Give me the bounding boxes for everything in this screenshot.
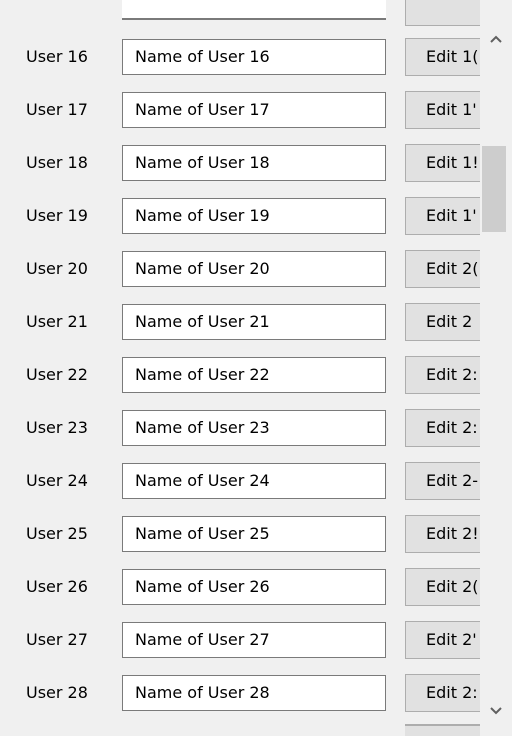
user-row: User 22 Name of User 22 Edit 2: xyxy=(0,356,480,394)
user-row: User 28 Name of User 28 Edit 2: xyxy=(0,674,480,712)
user-row: User 25 Name of User 25 Edit 2! xyxy=(0,515,480,553)
user-name-input[interactable]: Name of User 21 xyxy=(122,304,386,340)
user-label: User 28 xyxy=(26,683,88,702)
edit-user-button[interactable]: Edit 2! xyxy=(405,515,480,553)
user-label: User 26 xyxy=(26,577,88,596)
user-label: User 27 xyxy=(26,630,88,649)
edit-user-button[interactable]: Edit 1' xyxy=(405,197,480,235)
user-label: User 23 xyxy=(26,418,88,437)
user-row: User 21 Name of User 21 Edit 2 xyxy=(0,303,480,341)
user-row: User 16 Name of User 16 Edit 1( xyxy=(0,38,480,76)
user-row: User 19 Name of User 19 Edit 1' xyxy=(0,197,480,235)
user-row: User 17 Name of User 17 Edit 1' xyxy=(0,91,480,129)
user-row: User 24 Name of User 24 Edit 2- xyxy=(0,462,480,500)
user-label: User 20 xyxy=(26,259,88,278)
user-name-input[interactable]: Name of User 18 xyxy=(122,145,386,181)
edit-user-button[interactable]: Edit 2: xyxy=(405,356,480,394)
scrollbar-thumb[interactable] xyxy=(482,146,506,232)
user-name-input[interactable]: Name of User 20 xyxy=(122,251,386,287)
user-list-panel: User 16 Name of User 16 Edit 1( User 17 … xyxy=(0,0,480,736)
user-label: User 21 xyxy=(26,312,88,331)
edit-user-button[interactable]: Edit 2( xyxy=(405,568,480,606)
user-label: User 22 xyxy=(26,365,88,384)
edit-user-button[interactable]: Edit 1! xyxy=(405,144,480,182)
user-name-input[interactable]: Name of User 16 xyxy=(122,39,386,75)
edit-user-button[interactable]: Edit 2: xyxy=(405,409,480,447)
partial-edit-button[interactable] xyxy=(405,0,480,26)
chevron-up-icon[interactable] xyxy=(480,22,512,56)
edit-user-button[interactable]: Edit 1' xyxy=(405,91,480,129)
vertical-scrollbar[interactable] xyxy=(480,0,512,736)
user-name-input[interactable]: Name of User 25 xyxy=(122,516,386,552)
user-row: User 27 Name of User 27 Edit 2' xyxy=(0,621,480,659)
edit-user-button[interactable]: Edit 2- xyxy=(405,462,480,500)
partial-edit-button[interactable] xyxy=(405,724,480,736)
user-label: User 18 xyxy=(26,153,88,172)
user-name-input[interactable]: Name of User 19 xyxy=(122,198,386,234)
user-label: User 24 xyxy=(26,471,88,490)
user-name-input[interactable]: Name of User 22 xyxy=(122,357,386,393)
user-label: User 17 xyxy=(26,100,88,119)
user-row: User 23 Name of User 23 Edit 2: xyxy=(0,409,480,447)
partial-name-input[interactable] xyxy=(122,0,386,20)
user-row: User 26 Name of User 26 Edit 2( xyxy=(0,568,480,606)
edit-user-button[interactable]: Edit 2: xyxy=(405,674,480,712)
edit-user-button[interactable]: Edit 2' xyxy=(405,621,480,659)
chevron-down-icon[interactable] xyxy=(480,694,512,728)
user-row: User 18 Name of User 18 Edit 1! xyxy=(0,144,480,182)
user-name-input[interactable]: Name of User 26 xyxy=(122,569,386,605)
user-name-input[interactable]: Name of User 28 xyxy=(122,675,386,711)
user-name-input[interactable]: Name of User 17 xyxy=(122,92,386,128)
edit-user-button[interactable]: Edit 1( xyxy=(405,38,480,76)
user-name-input[interactable]: Name of User 23 xyxy=(122,410,386,446)
user-name-input[interactable]: Name of User 27 xyxy=(122,622,386,658)
edit-user-button[interactable]: Edit 2( xyxy=(405,250,480,288)
user-label: User 25 xyxy=(26,524,88,543)
user-name-input[interactable]: Name of User 24 xyxy=(122,463,386,499)
user-row: User 20 Name of User 20 Edit 2( xyxy=(0,250,480,288)
user-label: User 19 xyxy=(26,206,88,225)
edit-user-button[interactable]: Edit 2 xyxy=(405,303,480,341)
user-label: User 16 xyxy=(26,47,88,66)
